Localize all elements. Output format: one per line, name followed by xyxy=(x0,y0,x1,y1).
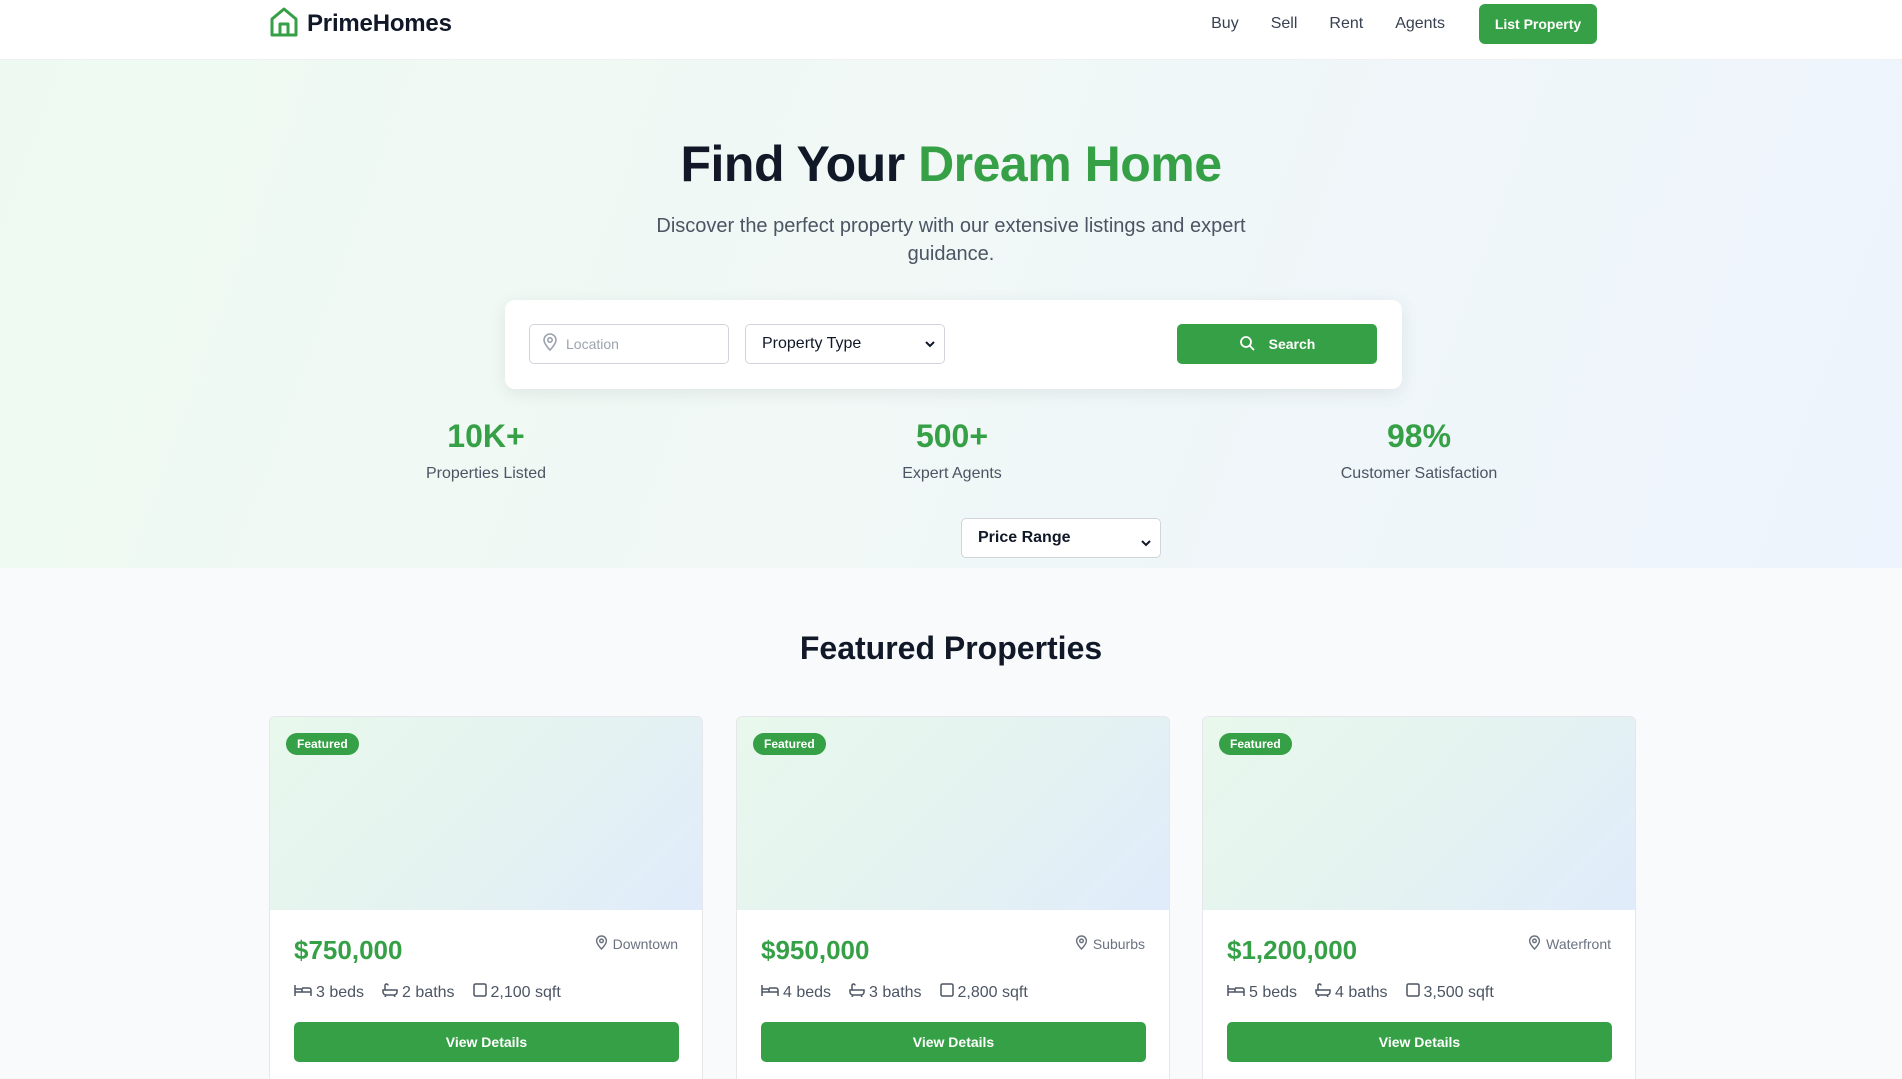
nav-buy[interactable]: Buy xyxy=(1211,15,1239,33)
view-details-button[interactable]: View Details xyxy=(1227,1022,1612,1062)
map-pin-icon xyxy=(595,935,608,953)
hero-subtitle: Discover the perfect property with our e… xyxy=(656,215,1246,265)
map-pin-icon xyxy=(1075,935,1088,953)
baths-feature: 3 baths xyxy=(849,983,922,1002)
view-details-button[interactable]: View Details xyxy=(294,1022,679,1062)
property-location-text: Downtown xyxy=(612,936,678,952)
property-price: $1,200,000 xyxy=(1227,935,1358,965)
sqft-text: 3,500 sqft xyxy=(1423,983,1494,1001)
baths-text: 3 baths xyxy=(869,983,922,1001)
square-icon xyxy=(472,983,487,1002)
stat-agents: 500+ Expert Agents xyxy=(802,417,1102,483)
property-location-text: Waterfront xyxy=(1546,936,1611,952)
property-location: Waterfront xyxy=(1528,935,1611,953)
view-details-button[interactable]: View Details xyxy=(761,1022,1146,1062)
property-card[interactable]: Featured $1,200,000 Waterfront 5 beds 4 … xyxy=(1202,716,1636,1079)
price-range-select[interactable]: Price Range xyxy=(961,518,1161,558)
sqft-feature: 3,500 sqft xyxy=(1405,983,1494,1002)
baths-feature: 4 baths xyxy=(1315,983,1388,1002)
chevron-down-icon xyxy=(924,335,936,353)
stat-properties: 10K+ Properties Listed xyxy=(336,417,636,483)
bed-icon xyxy=(294,983,312,1002)
bath-icon xyxy=(1315,983,1331,1002)
property-type-select[interactable]: Property Type xyxy=(745,324,945,364)
property-price: $750,000 xyxy=(294,935,403,965)
home-icon xyxy=(269,6,299,43)
featured-badge: Featured xyxy=(286,733,359,755)
property-features: 5 beds 4 baths 3,500 sqft xyxy=(1227,983,1494,1002)
site-header: PrimeHomes Buy Sell Rent Agents List Pro… xyxy=(0,0,1902,60)
property-location: Downtown xyxy=(595,935,678,953)
location-placeholder: Location xyxy=(566,336,619,352)
location-input[interactable]: Location xyxy=(529,324,729,364)
property-price: $950,000 xyxy=(761,935,870,965)
property-type-value: Property Type xyxy=(762,335,862,352)
chevron-down-icon xyxy=(1140,523,1152,554)
nav-rent[interactable]: Rent xyxy=(1329,15,1363,33)
property-card[interactable]: Featured $950,000 Suburbs 4 beds 3 baths… xyxy=(736,716,1170,1079)
stat-label: Properties Listed xyxy=(425,465,547,482)
hero-title-accent: Dream Home xyxy=(918,136,1222,192)
search-icon xyxy=(1239,335,1255,354)
list-property-button[interactable]: List Property xyxy=(1479,4,1597,44)
beds-feature: 3 beds xyxy=(294,983,364,1002)
bath-icon xyxy=(382,983,398,1002)
property-card[interactable]: Featured $750,000 Downtown 3 beds 2 bath… xyxy=(269,716,703,1079)
property-location-text: Suburbs xyxy=(1092,936,1145,952)
baths-text: 4 baths xyxy=(1335,983,1388,1001)
beds-feature: 4 beds xyxy=(761,983,831,1002)
featured-badge: Featured xyxy=(753,733,826,755)
bath-icon xyxy=(849,983,865,1002)
main-nav: Buy Sell Rent Agents List Property xyxy=(1211,4,1597,44)
hero-title-main: Find Your xyxy=(680,136,919,192)
search-button-label: Search xyxy=(1268,336,1316,352)
hero-title: Find Your Dream Home xyxy=(0,135,1902,193)
sqft-text: 2,100 sqft xyxy=(490,983,561,1001)
beds-feature: 5 beds xyxy=(1227,983,1297,1002)
map-pin-icon xyxy=(542,332,558,356)
search-panel: Location Property Type Price Range Searc… xyxy=(505,300,1402,558)
price-range-value: Price Range xyxy=(978,529,1071,546)
brand-logo[interactable]: PrimeHomes xyxy=(269,6,452,43)
beds-text: 4 beds xyxy=(783,983,832,1001)
nav-sell[interactable]: Sell xyxy=(1271,15,1298,33)
property-features: 4 beds 3 baths 2,800 sqft xyxy=(761,983,1028,1002)
stat-value: 98% xyxy=(1386,418,1452,454)
beds-text: 3 beds xyxy=(316,983,365,1001)
bed-icon xyxy=(1227,983,1245,1002)
stat-label: Expert Agents xyxy=(902,465,1002,482)
stat-value: 10K+ xyxy=(447,418,525,454)
featured-title: Featured Properties xyxy=(799,630,1103,666)
sqft-feature: 2,800 sqft xyxy=(939,983,1028,1002)
sqft-text: 2,800 sqft xyxy=(957,983,1028,1001)
sqft-feature: 2,100 sqft xyxy=(472,983,561,1002)
featured-badge: Featured xyxy=(1219,733,1292,755)
baths-text: 2 baths xyxy=(402,983,455,1001)
property-features: 3 beds 2 baths 2,100 sqft xyxy=(294,983,561,1002)
square-icon xyxy=(1405,983,1420,1002)
bed-icon xyxy=(761,983,779,1002)
stat-label: Customer Satisfaction xyxy=(1340,465,1498,482)
stat-satisfaction: 98% Customer Satisfaction xyxy=(1269,417,1569,483)
baths-feature: 2 baths xyxy=(382,983,455,1002)
property-location: Suburbs xyxy=(1075,935,1145,953)
search-button[interactable]: Search xyxy=(1177,324,1377,364)
square-icon xyxy=(939,983,954,1002)
hero-section: Find Your Dream Home Discover the perfec… xyxy=(0,60,1902,568)
brand-name: PrimeHomes xyxy=(307,10,452,37)
stat-value: 500+ xyxy=(915,418,989,454)
nav-agents[interactable]: Agents xyxy=(1395,15,1445,33)
beds-text: 5 beds xyxy=(1249,983,1298,1001)
map-pin-icon xyxy=(1528,935,1541,953)
